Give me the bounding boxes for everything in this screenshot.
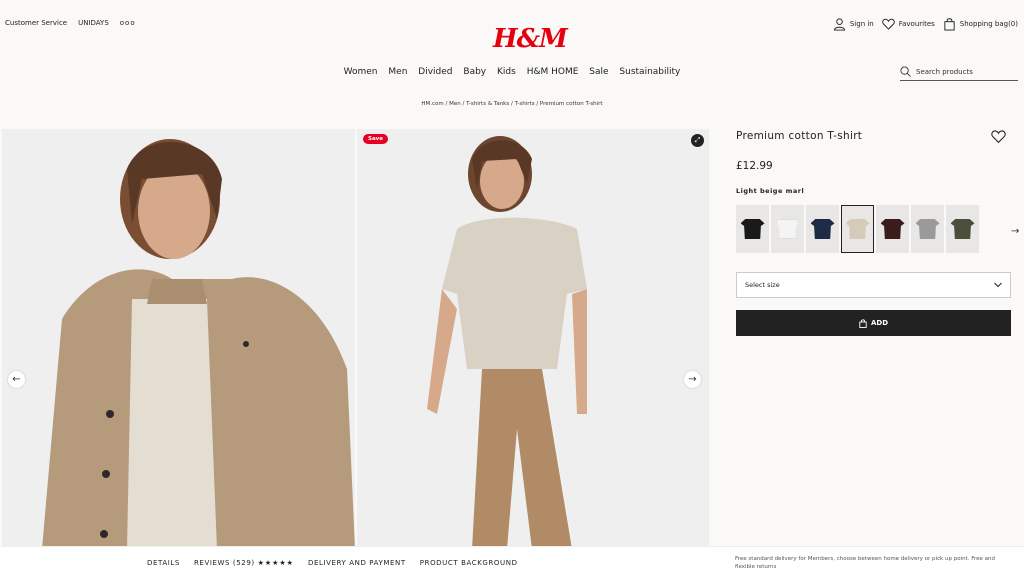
bag-icon — [859, 318, 867, 328]
tshirt-thumbnail — [950, 219, 975, 239]
tab-product-background[interactable]: PRODUCT BACKGROUND — [420, 559, 518, 567]
arrow-left-icon: ← — [12, 374, 21, 385]
heart-icon — [882, 18, 895, 30]
delivery-note: Free standard delivery for Members, choo… — [735, 556, 996, 570]
unidays-link[interactable]: UNIDAYS — [78, 19, 109, 27]
color-swatches — [736, 205, 979, 253]
product-image-model-fullbody[interactable]: → — [357, 129, 709, 549]
color-swatch[interactable] — [771, 205, 804, 253]
search-placeholder: Search products — [916, 67, 973, 76]
previous-image-button[interactable]: ← — [8, 371, 25, 388]
sign-in-label: Sign in — [849, 20, 874, 28]
nav-item-women[interactable]: Women — [344, 67, 378, 77]
shopping-bag-label: Shopping bag(0) — [959, 20, 1018, 28]
nav-item-baby[interactable]: Baby — [463, 67, 486, 77]
swatch-next-arrow-icon[interactable]: → — [1011, 226, 1019, 237]
color-swatch[interactable] — [876, 205, 909, 253]
top-bar: Customer Service UNIDAYS ooo H&M Sign in… — [0, 0, 1024, 54]
tshirt-thumbnail — [740, 219, 765, 239]
nav-item-divided[interactable]: Divided — [418, 67, 452, 77]
product-price: £12.99 — [736, 160, 773, 172]
product-image-model-jacket[interactable]: ← — [2, 129, 355, 549]
next-image-button[interactable]: → — [684, 371, 701, 388]
shopping-bag-link[interactable]: Shopping bag(0) — [943, 17, 1018, 31]
add-label: ADD — [870, 319, 889, 327]
tshirt-thumbnail — [915, 219, 940, 239]
color-swatch[interactable] — [841, 205, 874, 253]
size-select-label: Select size — [745, 281, 780, 289]
customer-service-link[interactable]: Customer Service — [5, 19, 67, 27]
bottom-bar: DETAILS REVIEWS (529) ★★★★★ DELIVERY AND… — [0, 546, 1024, 578]
nav-item-sale[interactable]: Sale — [589, 67, 608, 77]
color-swatch[interactable] — [911, 205, 944, 253]
breadcrumb[interactable]: HM.com / Men / T-shirts & Tanks / T-shir… — [0, 101, 1024, 107]
product-title: Premium cotton T-shirt — [736, 130, 863, 142]
main-nav: Women Men Divided Baby Kids H&M HOME Sal… — [0, 67, 1024, 77]
tshirt-thumbnail — [810, 219, 835, 239]
favourites-link[interactable]: Favourites — [882, 17, 935, 31]
model-fullbody-illustration — [357, 129, 709, 549]
color-swatch[interactable] — [736, 205, 769, 253]
pinterest-save-button[interactable]: Save — [363, 134, 388, 144]
favourite-heart-icon[interactable] — [991, 129, 1006, 144]
rating-stars-icon: ★★★★★ — [257, 559, 294, 567]
tab-details[interactable]: DETAILS — [147, 559, 180, 567]
more-icon[interactable]: ooo — [120, 19, 136, 27]
search-icon — [900, 66, 911, 77]
hm-logo[interactable]: H&M — [493, 24, 568, 54]
tab-delivery-payment[interactable]: DELIVERY AND PAYMENT — [308, 559, 406, 567]
selected-color-name: Light beige marl — [736, 187, 805, 195]
favourites-label: Favourites — [898, 20, 935, 28]
reviews-label: REVIEWS (529) — [193, 559, 255, 567]
expand-icon[interactable]: ⤢ — [691, 134, 704, 147]
color-swatch[interactable] — [946, 205, 979, 253]
nav-item-hm-home[interactable]: H&M HOME — [527, 67, 579, 77]
nav-item-kids[interactable]: Kids — [497, 67, 516, 77]
chevron-down-icon — [994, 282, 1002, 288]
utility-links: Customer Service UNIDAYS ooo — [5, 19, 136, 27]
product-info-tabs: DETAILS REVIEWS (529) ★★★★★ DELIVERY AND… — [147, 559, 518, 567]
nav-item-men[interactable]: Men — [388, 67, 407, 77]
add-to-bag-button[interactable]: ADD — [736, 310, 1011, 336]
color-swatch[interactable] — [806, 205, 839, 253]
bag-icon — [944, 18, 955, 31]
user-icon — [833, 18, 845, 31]
nav-item-sustainability[interactable]: Sustainability — [619, 67, 680, 77]
sign-in-link[interactable]: Sign in — [833, 17, 874, 31]
tshirt-thumbnail — [880, 219, 905, 239]
tshirt-thumbnail — [845, 219, 870, 239]
arrow-right-icon: → — [688, 374, 697, 385]
size-select[interactable]: Select size — [736, 272, 1011, 298]
model-jacket-illustration — [2, 129, 355, 549]
account-links: Sign in Favourites Shopping bag(0) — [833, 17, 1018, 31]
tshirt-thumbnail — [775, 219, 800, 239]
search-field[interactable]: Search products — [900, 66, 1018, 81]
tab-reviews[interactable]: REVIEWS (529) ★★★★★ — [194, 559, 294, 567]
